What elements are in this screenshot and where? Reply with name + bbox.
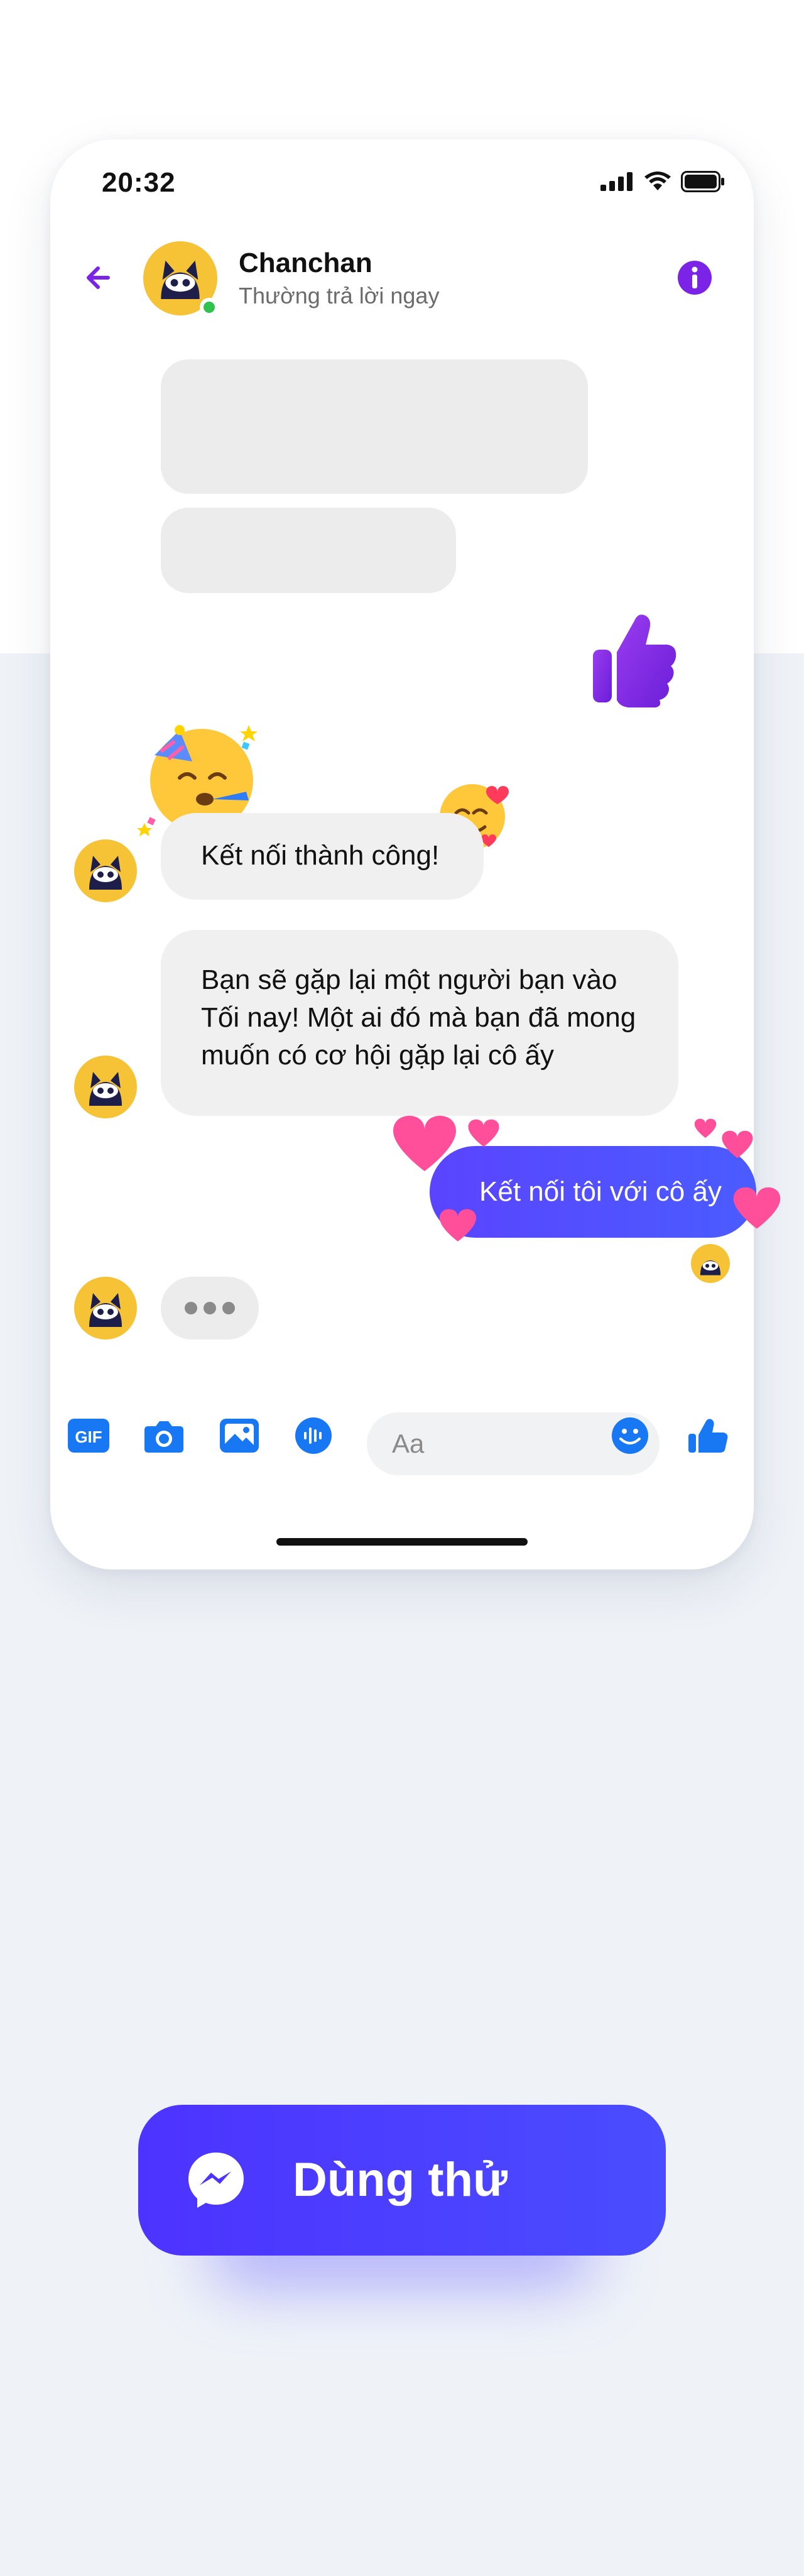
home-indicator <box>276 1538 528 1546</box>
typing-dots-icon <box>161 1277 259 1340</box>
message-text-line: Tối nay! Một ai đó mà bạn đã mong <box>201 1002 636 1033</box>
heart-icon <box>733 1187 781 1229</box>
gif-button[interactable]: GIF <box>67 1416 111 1455</box>
like-button[interactable] <box>686 1416 730 1455</box>
contact-name: Chanchan <box>239 248 372 278</box>
message-text-line: muốn có cơ hội gặp lại cô ấy <box>201 1040 555 1071</box>
message-placeholder <box>161 508 456 593</box>
seen-avatar <box>691 1244 730 1283</box>
try-button[interactable]: Dùng thử <box>138 2105 666 2256</box>
online-status-dot <box>200 298 219 317</box>
contact-status: Thường trả lời ngay <box>239 283 440 308</box>
messenger-icon <box>188 2153 244 2208</box>
avatar <box>74 1056 137 1118</box>
incoming-message: Kết nối thành công! <box>161 813 484 900</box>
emoji-button[interactable] <box>608 1416 652 1455</box>
heart-icon <box>694 1118 717 1138</box>
battery-icon <box>681 171 724 192</box>
try-button-label: Dùng thử <box>293 2153 508 2207</box>
status-time: 20:32 <box>102 167 176 198</box>
signal-icon <box>600 172 633 191</box>
phone-frame: 20:32 Chanchan Thường trả lời ngay Kết n… <box>50 139 781 1569</box>
avatar <box>74 839 137 902</box>
status-icons <box>600 171 725 192</box>
heart-icon <box>468 1119 499 1147</box>
message-text: Kết nối thành công! <box>201 840 440 871</box>
gif-label: GIF <box>75 1427 102 1446</box>
avatar <box>74 1277 137 1340</box>
heart-icon <box>439 1209 477 1242</box>
like-sticker-icon <box>593 614 676 707</box>
message-placeholder <box>161 359 588 494</box>
message-text-line: Bạn sẽ gặp lại một người bạn vào <box>201 964 617 995</box>
voice-button[interactable] <box>291 1416 335 1455</box>
heart-icon <box>393 1115 456 1171</box>
image-button[interactable] <box>217 1416 261 1455</box>
camera-button[interactable] <box>142 1416 186 1455</box>
wifi-icon <box>644 172 671 190</box>
info-button[interactable] <box>676 259 714 297</box>
message-text: Kết nối tôi với cô ấy <box>479 1176 722 1207</box>
heart-icon <box>722 1130 753 1159</box>
incoming-message: Bạn sẽ gặp lại một người bạn vào Tối nay… <box>161 930 678 1116</box>
back-button[interactable] <box>80 259 118 297</box>
